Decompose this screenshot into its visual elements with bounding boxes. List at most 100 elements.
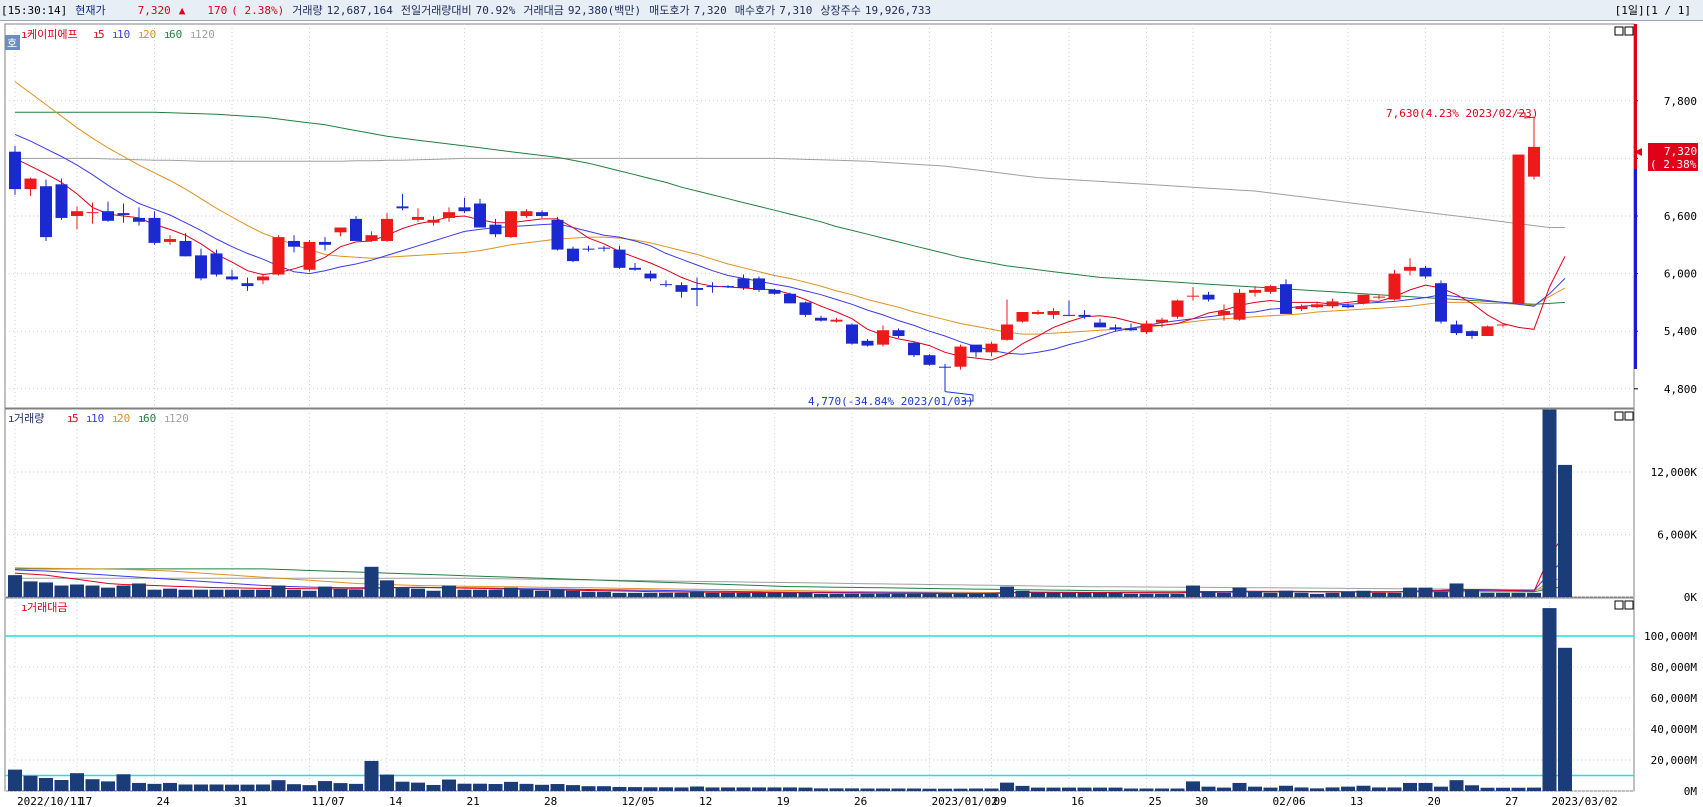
volume-y-tick-label: 12,000K [1651, 466, 1698, 479]
candle-body [1481, 326, 1494, 336]
close-icon[interactable] [1624, 600, 1634, 610]
x-tick-label: 2023/03/02 [1552, 795, 1618, 807]
candle-body [179, 240, 192, 257]
candle-body [1078, 314, 1091, 317]
volume-bar [1248, 591, 1262, 597]
amount-bar [411, 782, 425, 791]
stock-chart[interactable]: 2022/10/1117 24 31 11/07 14 21 28 12/05 12 19 26 20… [0, 21, 1703, 807]
volume-bar [225, 589, 239, 597]
min-annotation: 4,770(-34.84% 2023/01/03) [808, 395, 974, 408]
volume-bar [628, 592, 642, 597]
candle-body [1435, 283, 1447, 322]
volume-bar [1186, 585, 1200, 597]
close-icon[interactable] [1624, 411, 1634, 421]
x-tick-label: 20 [1428, 795, 1441, 807]
volume-bar [984, 593, 999, 597]
close-icon[interactable] [1624, 26, 1634, 36]
period-selector[interactable]: [1일][1 / 1] [1615, 2, 1691, 18]
volume-bar [1155, 593, 1169, 597]
amount-bar [457, 783, 472, 791]
volume-legend-name: 거래량 [14, 412, 44, 425]
candle-body [691, 288, 703, 290]
volume-bar [457, 589, 472, 597]
volume-bar [907, 593, 921, 597]
x-tick-label: 16 [1071, 795, 1084, 807]
amount-bar [922, 788, 937, 791]
amount-bar [271, 780, 286, 791]
volume-bar [85, 585, 100, 597]
restore-icon[interactable] [1614, 600, 1624, 610]
amount-bar [1527, 787, 1541, 791]
volume-bar [1387, 592, 1402, 597]
volume-bar [705, 592, 720, 597]
volume-bar [891, 593, 906, 597]
amount-bar [287, 784, 301, 791]
volume-bar [845, 593, 859, 597]
x-tick-label: 31 [234, 795, 247, 807]
amount-bar [163, 782, 177, 791]
volume-bar [938, 593, 952, 597]
amount-bar [767, 787, 782, 791]
amount-y-tick-label: 0M [1684, 785, 1698, 798]
candle-body [474, 203, 486, 228]
candle-body [970, 344, 982, 353]
candle-body [1357, 294, 1370, 304]
volume-bar [860, 593, 875, 597]
ma-legend-label: 5 [72, 412, 79, 425]
amount-bar [1480, 787, 1495, 791]
amount-bar [318, 781, 332, 791]
candle-body [815, 317, 827, 321]
volume-bar [674, 592, 689, 597]
amount-bar [1077, 787, 1092, 791]
amount-y-tick-label: 60,000M [1651, 692, 1698, 705]
amount-bar [860, 788, 875, 791]
amount-bar [969, 788, 983, 791]
x-tick-label: 12/05 [622, 795, 655, 807]
amount-bar [209, 784, 224, 791]
amount-bar [240, 784, 255, 791]
candle-body [210, 253, 223, 275]
volume-bar [550, 589, 565, 597]
restore-icon[interactable] [1614, 411, 1624, 421]
candle-body [1218, 311, 1230, 315]
candle-body [1032, 312, 1044, 314]
candle-body [1450, 324, 1463, 334]
amount-bar [1015, 785, 1030, 791]
volume-bar [519, 589, 534, 597]
volume-bar [581, 591, 596, 597]
volume-bar [54, 585, 69, 597]
price-y-tick-label: 6,000 [1664, 268, 1697, 281]
candle-body [1512, 154, 1525, 304]
price-y-tick-label: 4,800 [1664, 383, 1697, 396]
restore-icon[interactable] [1614, 26, 1624, 36]
amount-legend-name: 거래대금 [27, 601, 67, 614]
candle-body [55, 184, 68, 218]
amount-y-tick-label: 40,000M [1651, 723, 1698, 736]
amount-bar [643, 787, 658, 791]
candle-body [1063, 314, 1075, 316]
amount-bar [752, 787, 766, 791]
volume-bar [426, 590, 441, 597]
volume-bar [1232, 587, 1247, 597]
amount-bar [1217, 787, 1231, 791]
volume-bar [411, 588, 425, 597]
amount-bar [550, 784, 565, 791]
ma-legend-label: 5 [98, 28, 105, 41]
current-price-tag-pct: ( 2.38%) [1650, 158, 1703, 171]
candle-body [195, 255, 207, 279]
candle-body [799, 302, 812, 315]
volume-bar [132, 583, 146, 597]
volume-bar [1046, 592, 1061, 597]
volume-bar [178, 589, 193, 597]
amount-bar [1046, 787, 1061, 791]
volume-bar [1310, 593, 1324, 597]
hoga-badge-label[interactable]: 호 [7, 37, 17, 50]
volume-bar [1480, 592, 1495, 597]
volume-bar [659, 592, 673, 597]
amount-bar [395, 781, 410, 791]
volume: 12,687,164 [326, 3, 393, 17]
volume-bar [395, 587, 410, 597]
amount-bar [1124, 788, 1138, 791]
prev-vol-ratio-label: 전일거래량대비 [400, 4, 472, 17]
amount-bar [1558, 647, 1572, 791]
